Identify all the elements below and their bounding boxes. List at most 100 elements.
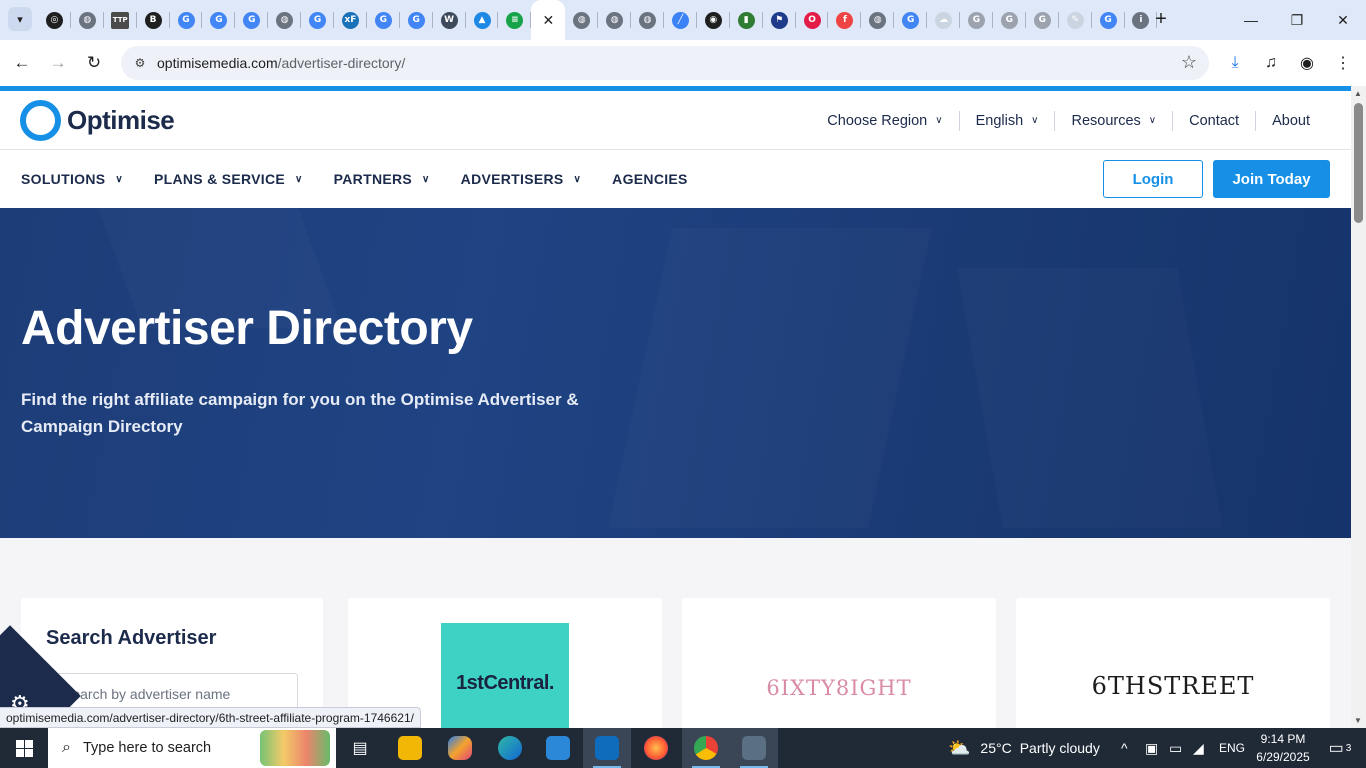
mainnav-item-partners[interactable]: PARTNERS ∨ — [334, 171, 430, 187]
page-title: Advertiser Directory — [21, 302, 473, 355]
tab-search-button[interactable]: ▾ — [8, 7, 32, 31]
topnav-item-english[interactable]: English ∨ — [960, 113, 1055, 129]
browser-tab[interactable]: G — [960, 0, 993, 40]
back-button[interactable]: ← — [9, 50, 35, 76]
download-icon[interactable]: ⤓ — [1222, 50, 1248, 76]
language-indicator[interactable]: ENG — [1219, 728, 1245, 768]
browser-tab[interactable]: W — [433, 0, 466, 40]
restore-button[interactable]: ❐ — [1274, 0, 1320, 40]
google-icon: G — [902, 11, 920, 29]
address-bar[interactable]: ⚙ optimisemedia.com/advertiser-directory… — [121, 46, 1209, 80]
topnav-item-choose-region[interactable]: Choose Region ∨ — [811, 113, 958, 129]
new-tab-button[interactable]: + — [1149, 8, 1173, 32]
browser-tab[interactable]: ◎ — [38, 0, 71, 40]
close-window-button[interactable]: ✕ — [1320, 0, 1366, 40]
browser-tab[interactable]: ▲ — [466, 0, 499, 40]
active-tab[interactable]: ✕ — [531, 0, 566, 40]
file-explorer-icon[interactable] — [386, 728, 434, 768]
browser-tab[interactable]: TTP — [104, 0, 137, 40]
meet-now-icon[interactable]: ▣ — [1145, 728, 1158, 768]
advertiser-card[interactable]: 6THSTREET — [1016, 598, 1330, 728]
browser-tab[interactable]: ≡ — [498, 0, 532, 40]
browser-tab[interactable]: G — [1026, 0, 1059, 40]
browser-tab[interactable]: xF — [334, 0, 367, 40]
xf-icon: xF — [341, 11, 359, 29]
network-icon[interactable]: ◢ — [1193, 728, 1204, 768]
browser-tab[interactable]: G — [202, 0, 236, 40]
topnav-item-contact[interactable]: Contact — [1173, 113, 1255, 129]
media-control-icon[interactable]: ♫ — [1258, 50, 1284, 76]
browser-tab[interactable]: ◍ — [861, 0, 895, 40]
optimise-logo[interactable]: Optimise — [20, 100, 175, 141]
browser-tab[interactable]: ◍ — [598, 0, 632, 40]
web-page: Optimise Choose Region ∨ English ∨ Resources… — [0, 86, 1351, 728]
profile-icon[interactable]: ◉ — [1294, 50, 1320, 76]
system-clock[interactable]: 9:14 PM 6/29/2025 — [1250, 730, 1316, 766]
browser-tab[interactable]: ◍ — [631, 0, 665, 40]
browser-tab[interactable]: ⚑ — [763, 0, 796, 40]
mainnav-item-agencies[interactable]: AGENCIES — [612, 171, 688, 187]
windows-taskbar: ⌕ Type here to search ▤ ⛅ 25°C Partly cl… — [0, 728, 1366, 768]
browser-tab[interactable]: ☁ — [927, 0, 961, 40]
forward-button[interactable]: → — [45, 50, 71, 76]
directory-content: Search Advertiser Search by advertiser n… — [0, 538, 1351, 728]
weather-widget[interactable]: ⛅ 25°C Partly cloudy — [948, 728, 1100, 768]
mainnav-item-advertisers[interactable]: ADVERTISERS ∨ — [461, 171, 582, 187]
site-info-icon[interactable]: ⚙ — [130, 53, 150, 73]
minimize-button[interactable]: — — [1228, 0, 1274, 40]
browser-tab[interactable]: G — [1092, 0, 1125, 40]
calculator-icon[interactable] — [730, 728, 778, 768]
browser-tab[interactable]: ◍ — [565, 0, 599, 40]
browser-tab[interactable]: G — [301, 0, 335, 40]
browser-tab[interactable]: O — [796, 0, 829, 40]
chrome-icon[interactable] — [682, 728, 730, 768]
reload-button[interactable]: ↻ — [81, 50, 107, 76]
notification-center-icon[interactable]: ▭ 3 — [1320, 728, 1360, 768]
browser-tab[interactable]: ▮ — [730, 0, 763, 40]
microsoft-store-icon[interactable] — [534, 728, 582, 768]
url-text[interactable]: optimisemedia.com/advertiser-directory/ — [157, 55, 405, 71]
browser-tab[interactable]: B — [137, 0, 170, 40]
browser-tab[interactable]: G — [170, 0, 203, 40]
mainnav-item-solutions[interactable]: SOLUTIONS ∨ — [21, 171, 123, 187]
advertiser-card[interactable]: 6IXTY8IGHT — [682, 598, 996, 728]
taskbar-search-box[interactable]: ⌕ Type here to search — [48, 728, 336, 768]
join-today-button[interactable]: Join Today — [1213, 160, 1330, 198]
browser-tab[interactable]: f — [828, 0, 862, 40]
outlook-icon[interactable] — [583, 728, 631, 768]
browser-tab[interactable]: ◉ — [697, 0, 730, 40]
browser-tab[interactable]: G — [367, 0, 400, 40]
login-button[interactable]: Login — [1103, 160, 1203, 198]
mainnav-item-plans-service[interactable]: PLANS & SERVICE ∨ — [154, 171, 303, 187]
edge-icon[interactable] — [486, 728, 534, 768]
globe-icon: ◍ — [78, 11, 96, 29]
hero-decor-shape — [957, 268, 1223, 528]
show-hidden-icons-chevron-icon[interactable]: ^ — [1121, 728, 1128, 768]
browser-tab[interactable]: G — [235, 0, 269, 40]
page-scrollbar[interactable]: ▲ ▼ — [1351, 86, 1366, 728]
browser-tab[interactable]: ◍ — [71, 0, 104, 40]
link-status-bubble: optimisemedia.com/advertiser-directory/6… — [0, 707, 421, 728]
browser-tab[interactable]: ◍ — [268, 0, 302, 40]
copilot-icon[interactable] — [436, 728, 484, 768]
browser-tab[interactable]: G — [400, 0, 433, 40]
task-view-icon[interactable]: ▤ — [336, 728, 384, 768]
scroll-up-arrow-icon[interactable]: ▲ — [1354, 89, 1362, 98]
menu-kebab-icon[interactable]: ⋮ — [1330, 50, 1356, 76]
scroll-thumb[interactable] — [1354, 103, 1363, 223]
globe-icon: ◍ — [276, 11, 294, 29]
mainnav-label: PARTNERS — [333, 171, 413, 187]
firefox-icon[interactable] — [632, 728, 680, 768]
advertiser-logo-6ixty8ight: 6IXTY8IGHT — [766, 676, 912, 700]
topnav-item-resources[interactable]: Resources ∨ — [1055, 113, 1172, 129]
scroll-down-arrow-icon[interactable]: ▼ — [1354, 716, 1362, 725]
start-button[interactable] — [0, 728, 48, 768]
browser-tab[interactable]: G — [993, 0, 1026, 40]
browser-tab[interactable]: ╱ — [664, 0, 697, 40]
topnav-item-about[interactable]: About — [1256, 113, 1326, 129]
battery-icon[interactable]: ▭ — [1169, 728, 1182, 768]
browser-tab[interactable]: G — [894, 0, 928, 40]
browser-tab[interactable]: ✎ — [1059, 0, 1092, 40]
mainnav-label: SOLUTIONS — [21, 171, 106, 187]
bookmark-star-icon[interactable]: ☆ — [1181, 52, 1197, 73]
